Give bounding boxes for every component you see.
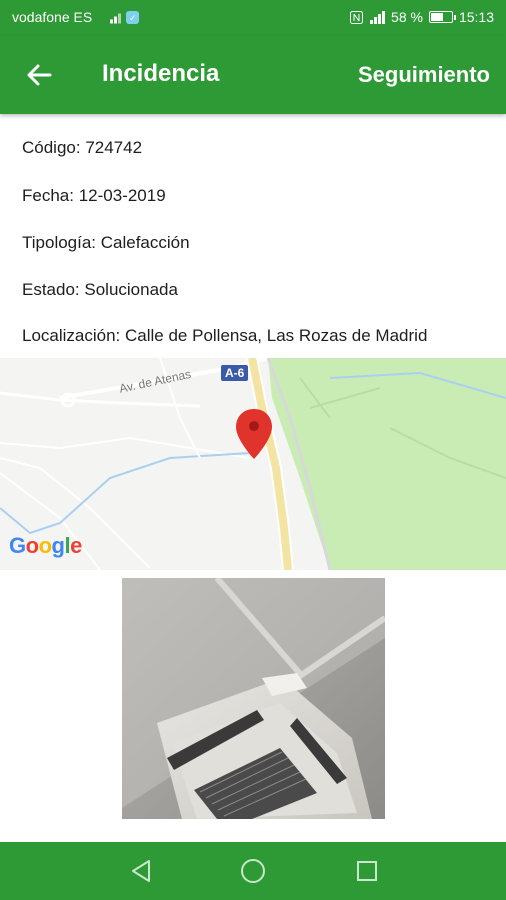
nav-home-button[interactable]	[238, 856, 268, 886]
system-nav-bar	[0, 842, 506, 900]
air-conditioner-photo	[122, 578, 385, 819]
circle-home-icon	[241, 859, 265, 883]
status-bar: vodafone ES ✓ 58 % 15:13	[0, 0, 506, 36]
arrow-left-icon	[27, 64, 52, 86]
date-field: Fecha: 12-03-2019	[22, 186, 166, 205]
battery-icon	[428, 11, 456, 23]
triangle-back-icon	[132, 860, 150, 882]
signal-icon	[370, 10, 386, 24]
battery-percent: 58 %	[391, 9, 423, 25]
type-field: Tipología: Calefacción	[22, 233, 190, 252]
signal-small-icon	[110, 13, 121, 24]
location-map[interactable]: A-6 Av. de Atenas Google	[0, 358, 506, 570]
clock: 15:13	[458, 9, 494, 25]
nfc-icon	[350, 10, 364, 24]
app-notification-icon: ✓	[126, 11, 139, 24]
square-recents-icon	[357, 861, 377, 881]
nav-recents-button[interactable]	[352, 856, 382, 886]
notification-icons: ✓	[110, 11, 139, 24]
road-shield-badge: A-6	[221, 365, 249, 381]
carrier-name: vodafone ES	[12, 9, 93, 25]
page-title: Incidencia	[102, 60, 220, 87]
nav-back-button[interactable]	[126, 856, 156, 886]
map-pin-icon[interactable]	[235, 408, 273, 460]
code-field: Código: 724742	[22, 138, 143, 157]
incident-photo[interactable]	[122, 578, 385, 819]
back-button[interactable]	[22, 58, 56, 92]
google-logo: Google	[9, 533, 82, 558]
status-right: 58 % 15:13	[350, 9, 494, 25]
app-bar: Incidencia Seguimiento	[0, 36, 506, 114]
seguimiento-button[interactable]: Seguimiento	[358, 62, 490, 88]
svg-text:✓: ✓	[129, 13, 137, 23]
status-field: Estado: Solucionada	[22, 280, 178, 299]
location-field: Localización: Calle de Pollensa, Las Roz…	[22, 326, 428, 345]
